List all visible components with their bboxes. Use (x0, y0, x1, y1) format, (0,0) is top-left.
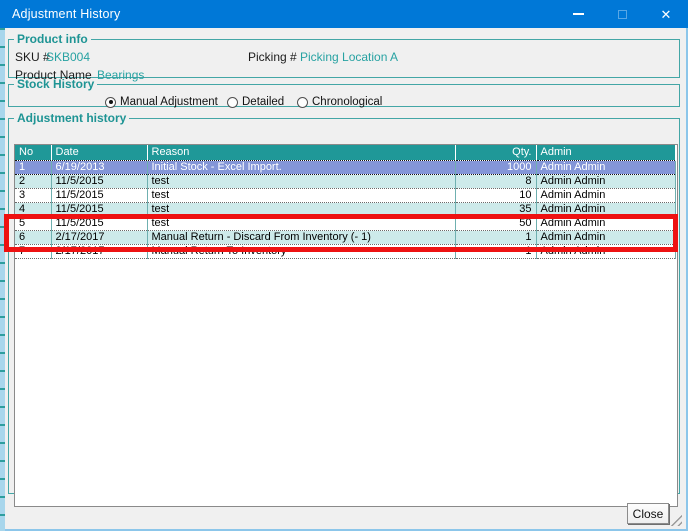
table-row-3[interactable]: 311/5/2015test10Admin Admin (15, 188, 675, 202)
cell-reason: test (147, 216, 455, 230)
table-row-2[interactable]: 211/5/2015test8Admin Admin (15, 174, 675, 188)
maximize-button (600, 0, 644, 28)
adjustment-history-label: Adjustment history (14, 111, 129, 125)
cell-date: 2/17/2017 (51, 230, 147, 244)
sku-value: SKB004 (46, 50, 90, 64)
radio-manual-adjustment[interactable]: Manual Adjustment (105, 96, 218, 108)
table-header-row: NoDateReasonQty.Admin (15, 145, 675, 160)
cell-reason: test (147, 174, 455, 188)
cell-date: 11/5/2015 (51, 216, 147, 230)
cell-admin: Admin Admin (536, 230, 675, 244)
column-header-qty[interactable]: Qty. (455, 145, 536, 160)
table-row-1[interactable]: 16/19/2013Initial Stock - Excel Import.1… (15, 160, 675, 174)
cell-reason: test (147, 188, 455, 202)
dialog-body: Product info SKU # SKB004 Picking # Pick… (0, 28, 688, 531)
table-row-6[interactable]: 62/17/2017Manual Return - Discard From I… (15, 230, 675, 244)
cell-qty: 10 (455, 188, 536, 202)
sku-label: SKU # (15, 50, 50, 64)
titlebar-buttons: ✕ (556, 0, 688, 28)
cell-date: 6/19/2013 (51, 160, 147, 174)
stock-history-label: Stock History (14, 77, 97, 91)
radio-icon-chronological (297, 97, 308, 108)
cell-qty: 50 (455, 216, 536, 230)
column-header-admin[interactable]: Admin (536, 145, 675, 160)
column-header-no[interactable]: No (15, 145, 51, 160)
cell-qty: 1 (455, 230, 536, 244)
cell-admin: Admin Admin (536, 244, 675, 258)
window-title: Adjustment History (12, 7, 121, 21)
radio-detailed[interactable]: Detailed (227, 96, 284, 108)
picking-value: Picking Location A (300, 50, 398, 64)
close-window-button[interactable]: ✕ (644, 0, 688, 28)
minimize-button[interactable] (556, 0, 600, 28)
radio-chronological[interactable]: Chronological (297, 96, 382, 108)
column-header-reason[interactable]: Reason (147, 145, 455, 160)
cell-no: 7 (15, 244, 51, 258)
cell-date: 11/5/2015 (51, 174, 147, 188)
cell-no: 1 (15, 160, 51, 174)
radio-icon-manual-adjustment (105, 97, 116, 108)
cell-admin: Admin Admin (536, 202, 675, 216)
product-info-group: Product info SKU # SKB004 Picking # Pick… (8, 32, 680, 78)
close-icon: ✕ (661, 8, 672, 21)
cell-no: 6 (15, 230, 51, 244)
cell-date: 2/17/2017 (51, 244, 147, 258)
adjustment-history-dialog: Adjustment History ✕ Product info SKU # … (0, 0, 688, 531)
title-bar: Adjustment History ✕ (0, 0, 688, 28)
cell-no: 4 (15, 202, 51, 216)
cell-admin: Admin Admin (536, 174, 675, 188)
cell-reason: Initial Stock - Excel Import. (147, 160, 455, 174)
cell-no: 2 (15, 174, 51, 188)
left-edge-decoration (0, 28, 5, 531)
table-row-5[interactable]: 511/5/2015test50Admin Admin (15, 216, 675, 230)
minimize-icon (573, 13, 584, 15)
radio-label-manual-adjustment: Manual Adjustment (120, 96, 218, 108)
cell-qty: 1000 (455, 160, 536, 174)
cell-qty: 1 (455, 244, 536, 258)
cell-date: 11/5/2015 (51, 188, 147, 202)
picking-label: Picking # (248, 50, 297, 64)
cell-admin: Admin Admin (536, 160, 675, 174)
stock-history-group: Stock History Manual Adjustment Detailed C… (8, 77, 680, 107)
maximize-icon (618, 10, 627, 19)
cell-admin: Admin Admin (536, 216, 675, 230)
radio-label-detailed: Detailed (242, 96, 284, 108)
cell-no: 3 (15, 188, 51, 202)
cell-admin: Admin Admin (536, 188, 675, 202)
table-row-7[interactable]: 72/17/2017Manual Return To Inventory1Adm… (15, 244, 675, 258)
cell-qty: 35 (455, 202, 536, 216)
cell-reason: Manual Return - Discard From Inventory (… (147, 230, 455, 244)
table-row-4[interactable]: 411/5/2015test35Admin Admin (15, 202, 675, 216)
cell-reason: test (147, 202, 455, 216)
product-info-label: Product info (14, 32, 91, 46)
history-table: NoDateReasonQty.Admin 16/19/2013Initial … (15, 145, 676, 259)
resize-grip[interactable] (670, 514, 682, 526)
close-dialog-button[interactable]: Close (627, 503, 669, 524)
adjustment-history-group: Adjustment history NoDateReasonQty.Admin… (8, 111, 680, 494)
column-header-date[interactable]: Date (51, 145, 147, 160)
cell-qty: 8 (455, 174, 536, 188)
history-table-viewport: NoDateReasonQty.Admin 16/19/2013Initial … (14, 144, 678, 507)
cell-reason: Manual Return To Inventory (147, 244, 455, 258)
cell-date: 11/5/2015 (51, 202, 147, 216)
radio-label-chronological: Chronological (312, 96, 382, 108)
cell-no: 5 (15, 216, 51, 230)
radio-icon-detailed (227, 97, 238, 108)
